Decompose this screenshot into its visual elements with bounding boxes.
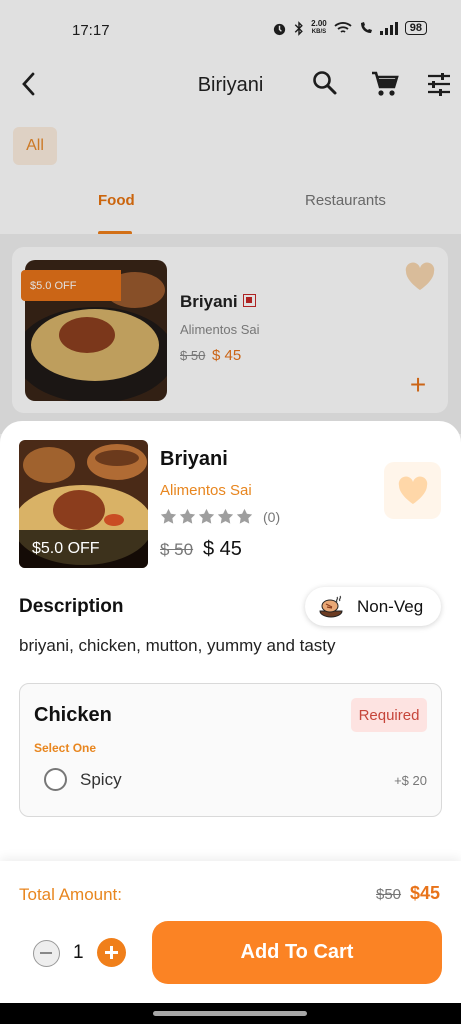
restaurant-name[interactable]: Alimentos Sai bbox=[160, 482, 252, 499]
home-indicator[interactable] bbox=[153, 1011, 307, 1016]
option-spicy[interactable]: Spicy bbox=[44, 768, 122, 791]
total-price: $45 bbox=[410, 883, 441, 903]
star-icon bbox=[198, 508, 215, 524]
add-to-cart-button[interactable]: Add To Cart bbox=[152, 921, 442, 984]
non-veg-food-icon bbox=[319, 595, 343, 617]
total-old-price: $50 bbox=[376, 886, 402, 903]
diet-badge: Non-Veg bbox=[305, 587, 441, 626]
star-icon bbox=[179, 508, 196, 524]
star-icon bbox=[217, 508, 234, 524]
option-group-chicken: Chicken Required Select One Spicy +$ 20 bbox=[19, 683, 442, 817]
description-text: briyani, chicken, mutton, yummy and tast… bbox=[19, 636, 336, 655]
favorite-button[interactable] bbox=[384, 462, 441, 519]
total-label: Total Amount: bbox=[19, 885, 123, 904]
system-nav-bar bbox=[0, 1003, 461, 1024]
star-icon bbox=[236, 508, 253, 524]
increase-quantity-button[interactable] bbox=[97, 938, 126, 967]
dish-price: $ 45 bbox=[203, 538, 242, 560]
star-icon bbox=[160, 508, 177, 524]
rating-count: (0) bbox=[263, 508, 281, 525]
option-label: Spicy bbox=[80, 769, 122, 789]
heart-icon bbox=[398, 476, 427, 504]
dish-image: $5.0 OFF bbox=[19, 440, 148, 568]
dish-discount-badge: $5.0 OFF bbox=[19, 530, 148, 568]
description-heading: Description bbox=[19, 596, 124, 617]
option-group-hint: Select One bbox=[34, 741, 97, 755]
radio-button[interactable] bbox=[44, 768, 67, 791]
quantity-value: 1 bbox=[73, 942, 84, 963]
decrease-quantity-button[interactable] bbox=[33, 940, 60, 967]
dish-old-price: $ 50 bbox=[160, 540, 194, 559]
cart-footer: Total Amount: $50 $45 1 Add To Cart bbox=[0, 861, 461, 1003]
option-group-title: Chicken bbox=[34, 704, 112, 726]
option-price: +$ 20 bbox=[394, 773, 427, 788]
required-badge: Required bbox=[351, 698, 427, 732]
rating: (0) bbox=[160, 508, 280, 525]
diet-label: Non-Veg bbox=[357, 596, 424, 616]
dish-title: Briyani bbox=[160, 448, 228, 470]
